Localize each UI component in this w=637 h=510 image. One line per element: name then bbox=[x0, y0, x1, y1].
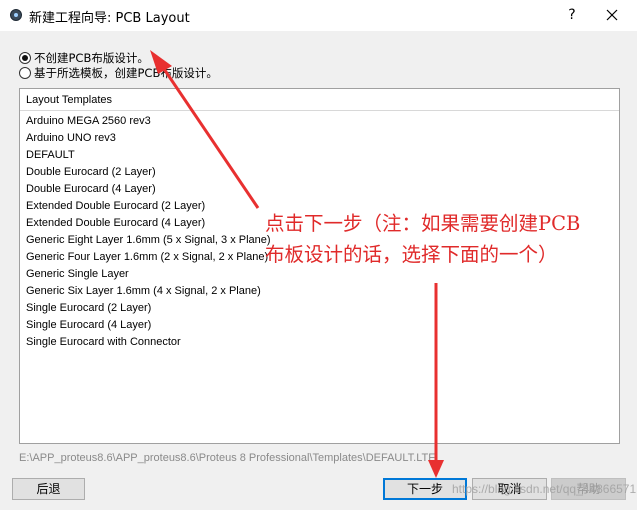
template-list-item[interactable]: Generic Six Layer 1.6mm (4 x Signal, 2 x… bbox=[26, 283, 271, 300]
annotation-line-1: 点击下一步（注：如果需要创建PCB bbox=[265, 212, 581, 235]
template-list-item[interactable]: Single Eurocard (2 Layer) bbox=[26, 300, 271, 317]
list-header: Layout Templates bbox=[20, 89, 619, 111]
title-bar: 新建工程向导: PCB Layout ? bbox=[0, 0, 637, 31]
template-list-item[interactable]: Single Eurocard with Connector bbox=[26, 334, 271, 351]
template-list-item[interactable]: Extended Double Eurocard (2 Layer) bbox=[26, 198, 271, 215]
template-path: E:\APP_proteus8.6\APP_proteus8.6\Proteus… bbox=[19, 452, 435, 464]
template-list-item[interactable]: Single Eurocard (4 Layer) bbox=[26, 317, 271, 334]
list-items: Arduino MEGA 2560 rev3 Arduino UNO rev3 DE… bbox=[26, 113, 271, 351]
close-icon[interactable] bbox=[601, 4, 623, 26]
template-list-item[interactable]: Arduino UNO rev3 bbox=[26, 130, 271, 147]
help-icon[interactable]: ? bbox=[561, 4, 583, 26]
template-list-item[interactable]: Generic Eight Layer 1.6mm (5 x Signal, 3… bbox=[26, 232, 271, 249]
template-list-item[interactable]: Double Eurocard (4 Layer) bbox=[26, 181, 271, 198]
back-button[interactable]: 后退 bbox=[12, 478, 85, 500]
instruction-annotation: 点击下一步（注：如果需要创建PCB 布板设计的话，选择下面的一个） bbox=[265, 208, 580, 270]
option-no-pcb[interactable]: 不创建PCB布版设计。 bbox=[19, 50, 149, 66]
watermark: https://blog.csdn.net/qq_44866571 bbox=[452, 482, 637, 496]
option-from-template-label: 基于所选模板，创建PCB布版设计。 bbox=[34, 66, 218, 80]
radio-no-pcb[interactable] bbox=[19, 52, 31, 64]
app-icon bbox=[10, 9, 22, 21]
template-list-item[interactable]: Generic Four Layer 1.6mm (2 x Signal, 2 … bbox=[26, 249, 271, 266]
option-no-pcb-label: 不创建PCB布版设计。 bbox=[34, 51, 149, 65]
option-from-template[interactable]: 基于所选模板，创建PCB布版设计。 bbox=[19, 65, 218, 81]
annotation-line-2: 布板设计的话，选择下面的一个） bbox=[265, 243, 558, 266]
window-title: 新建工程向导: PCB Layout bbox=[29, 11, 190, 26]
template-list-item[interactable]: DEFAULT bbox=[26, 147, 271, 164]
template-list-item[interactable]: Extended Double Eurocard (4 Layer) bbox=[26, 215, 271, 232]
template-list-item[interactable]: Arduino MEGA 2560 rev3 bbox=[26, 113, 271, 130]
radio-from-template[interactable] bbox=[19, 67, 31, 79]
template-list-item[interactable]: Generic Single Layer bbox=[26, 266, 271, 283]
template-list-item[interactable]: Double Eurocard (2 Layer) bbox=[26, 164, 271, 181]
dialog-body: 不创建PCB布版设计。 基于所选模板，创建PCB布版设计。 Layout Tem… bbox=[0, 31, 637, 510]
